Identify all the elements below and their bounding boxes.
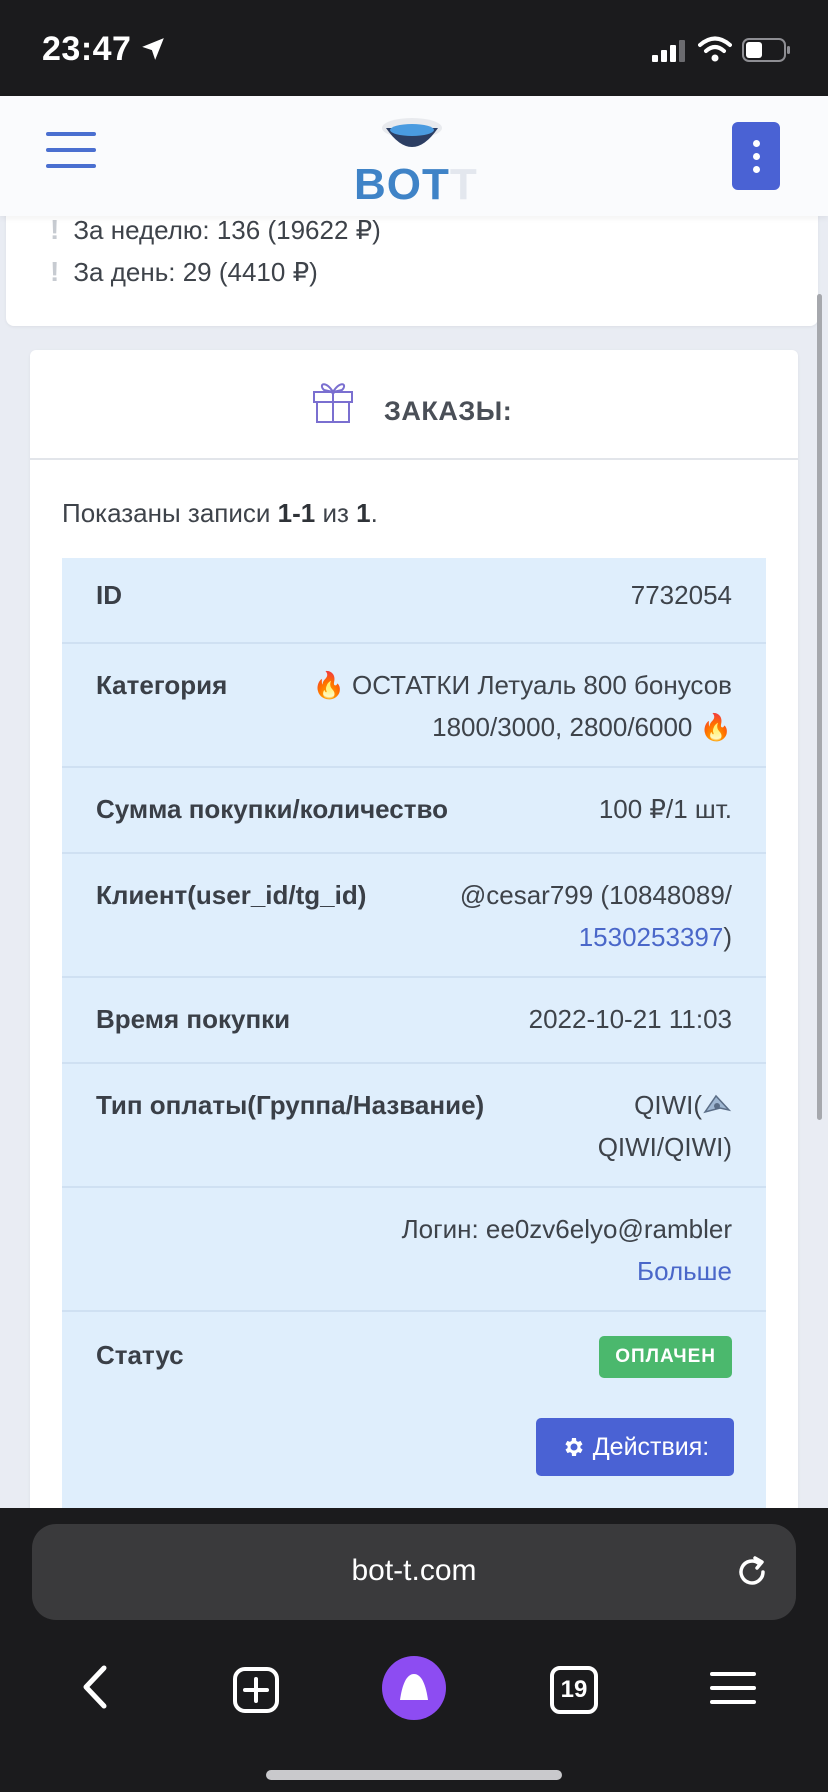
new-tab-icon[interactable] — [232, 1666, 280, 1714]
browser-toolbar: bot-t.com 19 — [0, 1508, 828, 1792]
row-sum: Сумма покупки/количество 100 ₽/1 шт. — [62, 768, 766, 854]
exclamation-icon: ! — [50, 256, 60, 287]
orders-summary: Показаны записи 1-1 из 1. — [62, 498, 378, 528]
site-header: BOTT — [0, 96, 828, 216]
back-icon[interactable] — [76, 1662, 116, 1712]
page-scrollbar[interactable] — [817, 294, 822, 1120]
gift-icon — [313, 383, 353, 423]
qiwi-logo-icon — [703, 1094, 732, 1114]
status-badge: ОПЛАЧЕН — [599, 1336, 732, 1378]
orders-title: ЗАКАЗЫ: — [384, 396, 513, 426]
address-bar[interactable]: bot-t.com — [32, 1524, 796, 1620]
home-indicator[interactable] — [266, 1770, 562, 1780]
exclamation-icon: ! — [50, 214, 60, 245]
more-link[interactable]: Больше — [637, 1256, 732, 1286]
stats-day: ! За день: 29 (4410 ₽) — [50, 256, 318, 287]
status-time: 23:47 — [42, 30, 132, 68]
row-status: Статус ОПЛАЧЕН Действия: — [62, 1312, 766, 1512]
reload-icon[interactable] — [734, 1554, 770, 1590]
wifi-icon — [698, 36, 732, 62]
location-arrow-icon — [142, 38, 164, 60]
assistant-icon[interactable] — [382, 1656, 446, 1720]
status-bar: 23:47 — [0, 0, 828, 96]
row-id: ID 7732054 — [62, 558, 766, 644]
logo-text: BOTT — [354, 160, 478, 209]
tabs-count-button[interactable]: 19 — [550, 1666, 598, 1714]
row-login: Логин: ee0zv6elyo@rambler Больше — [62, 1188, 766, 1312]
orders-header: ЗАКАЗЫ: — [30, 350, 798, 460]
order-details-table: ID 7732054 Категория 🔥 ОСТАТКИ Летуаль 8… — [62, 558, 766, 1512]
actions-button[interactable]: Действия: — [536, 1418, 734, 1476]
cellular-signal-icon — [652, 40, 685, 62]
gear-icon — [565, 1438, 583, 1456]
more-options-button[interactable] — [732, 122, 780, 190]
battery-icon — [742, 38, 790, 62]
browser-menu-icon[interactable] — [710, 1672, 756, 1708]
row-time: Время покупки 2022-10-21 11:03 — [62, 978, 766, 1064]
row-category: Категория 🔥 ОСТАТКИ Летуаль 800 бонусов … — [62, 644, 766, 768]
url-text: bot-t.com — [351, 1554, 477, 1587]
stats-week: ! За неделю: 136 (19622 ₽) — [50, 214, 381, 245]
logo-bowl-icon — [382, 118, 442, 147]
hamburger-menu-icon[interactable] — [46, 132, 96, 168]
site-logo[interactable]: BOTT — [350, 102, 480, 212]
row-client: Клиент(user_id/tg_id) @cesar799 (1084808… — [62, 854, 766, 978]
orders-card: ЗАКАЗЫ: Показаны записи 1-1 из 1. ID 773… — [30, 350, 798, 1512]
row-payment: Тип оплаты(Группа/Название) QIWI( QIWI/Q… — [62, 1064, 766, 1188]
browser-nav: 19 — [0, 1644, 828, 1734]
tg-id-link[interactable]: 1530253397 — [579, 922, 724, 952]
